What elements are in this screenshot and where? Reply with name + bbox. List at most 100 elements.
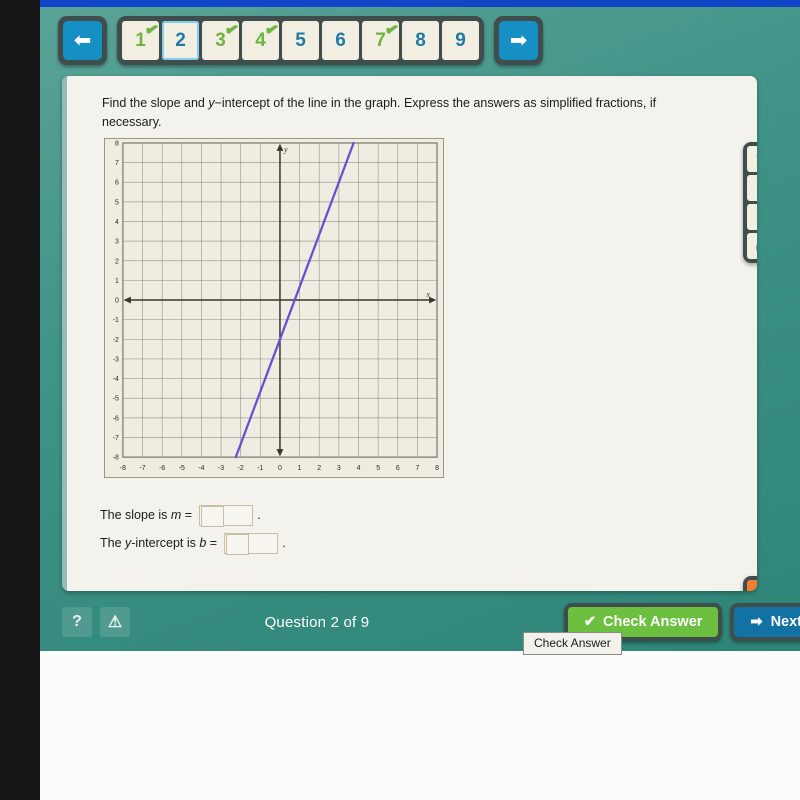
svg-text:3: 3 bbox=[115, 239, 119, 246]
svg-text:-4: -4 bbox=[198, 465, 204, 472]
left-arrow-icon: ⬅ bbox=[73, 29, 92, 52]
question-button-5[interactable]: 5 bbox=[282, 21, 319, 60]
right-arrow-icon: ➡ bbox=[750, 614, 763, 630]
person-icon[interactable]: ♟ bbox=[747, 175, 757, 201]
svg-text:-7: -7 bbox=[139, 465, 145, 472]
svg-text:1: 1 bbox=[298, 465, 302, 472]
question-button-2[interactable]: 2 bbox=[162, 21, 199, 60]
svg-text:-7: -7 bbox=[113, 435, 119, 442]
exercise-footer: ? ⚠ Question 2 of 9 ✔ Check Answer ➡ Nex… bbox=[62, 598, 800, 646]
tool-rail-bottom: ⎘▣ bbox=[743, 576, 757, 591]
next-arrow-inner: ➡ bbox=[499, 21, 538, 60]
svg-text:-8: -8 bbox=[113, 455, 119, 462]
slope-answer-row: The slope is m = . bbox=[100, 501, 286, 529]
question-button-label: 5 bbox=[295, 29, 306, 51]
svg-text:3: 3 bbox=[337, 465, 341, 472]
intercept-label-post: = bbox=[206, 536, 218, 550]
page-white-area bbox=[40, 651, 800, 800]
exercise-app: ⬅ 1 ✔ 2 3 ✔ 4 ✔ 5 6 7 ✔ 8 9 ➡ Find the slope and y−i… bbox=[40, 6, 800, 651]
svg-text:7: 7 bbox=[415, 465, 419, 472]
completed-checkmark-icon: ✔ bbox=[222, 20, 240, 41]
intercept-label-mid: -intercept is bbox=[131, 536, 200, 550]
next-button[interactable]: ➡ Next bbox=[734, 607, 800, 637]
svg-text:-5: -5 bbox=[179, 465, 185, 472]
svg-text:6: 6 bbox=[115, 180, 119, 187]
svg-text:5: 5 bbox=[376, 465, 380, 472]
question-button-label: 2 bbox=[175, 29, 186, 51]
question-counter: Question 2 of 9 bbox=[264, 613, 370, 631]
svg-text:y: y bbox=[283, 145, 288, 154]
question-button-7[interactable]: 7 ✔ bbox=[362, 20, 400, 60]
slope-label-post: = bbox=[181, 508, 193, 522]
question-button-6[interactable]: 6 bbox=[322, 21, 359, 60]
svg-text:-3: -3 bbox=[218, 465, 224, 472]
graph-svg: x y -8 -7 -6 -5 -4 -3 -2 -1 0 1 2 3 4 5 6 7 8 8 7 6 5 4 3 2 1 0 -1 -… bbox=[113, 140, 439, 472]
tool-rail-top: ☚ ♟ ■ ⎙ bbox=[743, 142, 757, 263]
svg-text:6: 6 bbox=[396, 465, 400, 472]
completed-checkmark-icon: ✔ bbox=[142, 20, 160, 41]
intercept-answer-row: The y-intercept is b = . bbox=[100, 529, 286, 557]
svg-text:5: 5 bbox=[115, 199, 119, 206]
document-add-icon[interactable]: ⎘ bbox=[747, 580, 757, 591]
slope-label-var: m bbox=[170, 508, 182, 522]
question-button-4[interactable]: 4 ✔ bbox=[242, 20, 280, 60]
previous-question-button[interactable]: ⬅ bbox=[58, 16, 107, 65]
completed-checkmark-icon: ✔ bbox=[262, 20, 280, 41]
svg-text:-1: -1 bbox=[257, 465, 263, 472]
intercept-period: . bbox=[282, 536, 286, 550]
svg-text:1: 1 bbox=[115, 278, 119, 285]
svg-text:7: 7 bbox=[115, 160, 119, 167]
next-button-shell: ➡ Next bbox=[730, 603, 800, 641]
svg-text:4: 4 bbox=[357, 465, 361, 472]
slope-period: . bbox=[257, 508, 261, 522]
next-label: Next bbox=[770, 614, 800, 630]
question-navigator: ⬅ 1 ✔ 2 3 ✔ 4 ✔ 5 6 7 ✔ 8 9 ➡ bbox=[58, 16, 543, 65]
svg-text:-8: -8 bbox=[120, 465, 126, 472]
svg-text:-1: -1 bbox=[113, 317, 119, 324]
svg-text:-6: -6 bbox=[159, 465, 165, 472]
intercept-label: The y-intercept is b = bbox=[100, 536, 217, 550]
answer-area: The slope is m = . The y-intercept is b … bbox=[100, 501, 286, 557]
question-button-3[interactable]: 3 ✔ bbox=[202, 20, 240, 60]
svg-text:-2: -2 bbox=[238, 465, 244, 472]
hand-pointer-icon[interactable]: ☚ bbox=[747, 146, 757, 172]
svg-text:x: x bbox=[426, 290, 431, 299]
svg-text:-5: -5 bbox=[113, 396, 119, 403]
question-button-9[interactable]: 9 bbox=[442, 21, 479, 60]
svg-text:-2: -2 bbox=[113, 337, 119, 344]
question-button-label: 6 bbox=[335, 29, 346, 51]
completed-checkmark-icon: ✔ bbox=[382, 20, 400, 41]
next-question-button[interactable]: ➡ bbox=[494, 16, 543, 65]
svg-text:2: 2 bbox=[115, 258, 119, 265]
question-button-1[interactable]: 1 ✔ bbox=[122, 20, 160, 60]
monitor-bezel bbox=[0, 0, 40, 800]
svg-text:-4: -4 bbox=[113, 376, 119, 383]
slope-input[interactable] bbox=[199, 504, 254, 527]
coordinate-graph: x y -8 -7 -6 -5 -4 -3 -2 -1 0 1 2 3 4 5 6 7 8 8 7 6 5 4 3 2 1 0 -1 -… bbox=[104, 138, 444, 478]
svg-text:8: 8 bbox=[115, 140, 119, 147]
intercept-input[interactable] bbox=[224, 532, 279, 555]
intercept-label-pre: The bbox=[100, 536, 126, 550]
slope-label-pre: The slope is bbox=[100, 508, 171, 522]
question-button-label: 8 bbox=[415, 29, 426, 51]
svg-text:-3: -3 bbox=[113, 356, 119, 363]
screenshot-root: ⬅ 1 ✔ 2 3 ✔ 4 ✔ 5 6 7 ✔ 8 9 ➡ Find the slope and y−i… bbox=[0, 0, 800, 800]
previous-arrow-inner: ⬅ bbox=[63, 21, 102, 60]
question-number-group: 1 ✔ 2 3 ✔ 4 ✔ 5 6 7 ✔ 8 9 bbox=[117, 16, 484, 65]
check-answer-tooltip: Check Answer bbox=[523, 632, 622, 655]
checkmark-icon: ✔ bbox=[583, 614, 597, 630]
question-button-label: 9 bbox=[455, 29, 466, 51]
exercise-card: Find the slope and y−intercept of the li… bbox=[62, 76, 757, 591]
svg-text:0: 0 bbox=[115, 298, 119, 305]
svg-text:8: 8 bbox=[435, 465, 439, 472]
question-prompt: Find the slope and y−intercept of the li… bbox=[102, 94, 712, 133]
question-button-8[interactable]: 8 bbox=[402, 21, 439, 60]
printer-icon[interactable]: ⎙ bbox=[747, 233, 757, 259]
prompt-part-1: Find the slope and bbox=[102, 96, 209, 110]
svg-text:2: 2 bbox=[317, 465, 321, 472]
svg-text:-6: -6 bbox=[113, 415, 119, 422]
card-left-stripe bbox=[62, 76, 67, 591]
right-arrow-icon: ➡ bbox=[509, 29, 528, 52]
browser-top-strip bbox=[40, 0, 800, 7]
book-icon[interactable]: ■ bbox=[747, 204, 757, 230]
